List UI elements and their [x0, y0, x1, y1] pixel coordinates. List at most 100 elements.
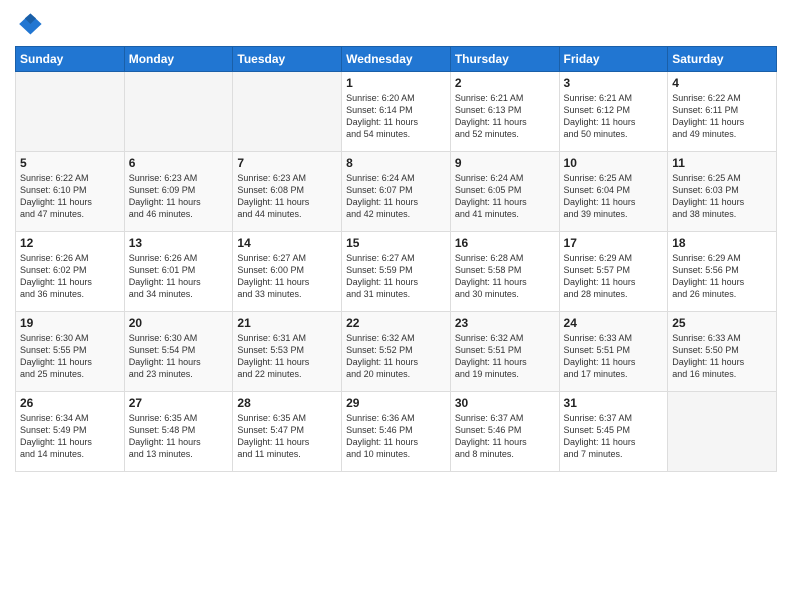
calendar-cell: 7 Sunrise: 6:23 AM Sunset: 6:08 PM Daylig… — [233, 152, 342, 232]
calendar-header-row: SundayMondayTuesdayWednesdayThursdayFrid… — [16, 47, 777, 72]
calendar-cell: 5 Sunrise: 6:22 AM Sunset: 6:10 PM Daylig… — [16, 152, 125, 232]
day-number: 19 — [20, 316, 120, 330]
day-number: 1 — [346, 76, 446, 90]
day-info: Sunrise: 6:30 AM Sunset: 5:55 PM Dayligh… — [20, 332, 120, 381]
day-info: Sunrise: 6:32 AM Sunset: 5:51 PM Dayligh… — [455, 332, 555, 381]
day-info: Sunrise: 6:37 AM Sunset: 5:46 PM Dayligh… — [455, 412, 555, 461]
calendar-cell: 4 Sunrise: 6:22 AM Sunset: 6:11 PM Daylig… — [668, 72, 777, 152]
day-number: 14 — [237, 236, 337, 250]
day-number: 31 — [564, 396, 664, 410]
day-number: 28 — [237, 396, 337, 410]
col-header-tuesday: Tuesday — [233, 47, 342, 72]
day-number: 13 — [129, 236, 229, 250]
calendar-cell: 21Sunrise: 6:31 AM Sunset: 5:53 PM Dayli… — [233, 312, 342, 392]
calendar-cell: 27 Sunrise: 6:35 AM Sunset: 5:48 PM Dayli… — [124, 392, 233, 472]
calendar-table: SundayMondayTuesdayWednesdayThursdayFrid… — [15, 46, 777, 472]
day-info: Sunrise: 6:21 AM Sunset: 6:13 PM Dayligh… — [455, 92, 555, 141]
day-number: 20 — [129, 316, 229, 330]
day-info: Sunrise: 6:24 AM Sunset: 6:05 PM Dayligh… — [455, 172, 555, 221]
page: SundayMondayTuesdayWednesdayThursdayFrid… — [0, 0, 792, 612]
header — [15, 10, 777, 38]
day-number: 4 — [672, 76, 772, 90]
calendar-week-3: 12 Sunrise: 6:26 AM Sunset: 6:02 PM Dayli… — [16, 232, 777, 312]
calendar-cell: 30 Sunrise: 6:37 AM Sunset: 5:46 PM Dayli… — [450, 392, 559, 472]
calendar-cell: 26 Sunrise: 6:34 AM Sunset: 5:49 PM Dayli… — [16, 392, 125, 472]
calendar-cell: 17 Sunrise: 6:29 AM Sunset: 5:57 PM Dayli… — [559, 232, 668, 312]
day-info: Sunrise: 6:30 AM Sunset: 5:54 PM Dayligh… — [129, 332, 229, 381]
day-info: Sunrise: 6:32 AM Sunset: 5:52 PM Dayligh… — [346, 332, 446, 381]
day-info: Sunrise: 6:29 AM Sunset: 5:56 PM Dayligh… — [672, 252, 772, 301]
day-info: Sunrise: 6:35 AM Sunset: 5:48 PM Dayligh… — [129, 412, 229, 461]
day-number: 11 — [672, 156, 772, 170]
day-info: Sunrise: 6:25 AM Sunset: 6:04 PM Dayligh… — [564, 172, 664, 221]
calendar-cell: 15 Sunrise: 6:27 AM Sunset: 5:59 PM Dayli… — [342, 232, 451, 312]
day-info: Sunrise: 6:29 AM Sunset: 5:57 PM Dayligh… — [564, 252, 664, 301]
day-info: Sunrise: 6:28 AM Sunset: 5:58 PM Dayligh… — [455, 252, 555, 301]
calendar-cell: 28Sunrise: 6:35 AM Sunset: 5:47 PM Dayli… — [233, 392, 342, 472]
day-number: 10 — [564, 156, 664, 170]
day-info: Sunrise: 6:26 AM Sunset: 6:02 PM Dayligh… — [20, 252, 120, 301]
day-info: Sunrise: 6:34 AM Sunset: 5:49 PM Dayligh… — [20, 412, 120, 461]
calendar-week-1: 1Sunrise: 6:20 AM Sunset: 6:14 PM Daylig… — [16, 72, 777, 152]
calendar-cell: 20 Sunrise: 6:30 AM Sunset: 5:54 PM Dayli… — [124, 312, 233, 392]
calendar-cell: 18 Sunrise: 6:29 AM Sunset: 5:56 PM Dayli… — [668, 232, 777, 312]
day-number: 22 — [346, 316, 446, 330]
day-number: 17 — [564, 236, 664, 250]
day-number: 12 — [20, 236, 120, 250]
calendar-cell: 19 Sunrise: 6:30 AM Sunset: 5:55 PM Dayli… — [16, 312, 125, 392]
day-number: 8 — [346, 156, 446, 170]
calendar-cell: 10 Sunrise: 6:25 AM Sunset: 6:04 PM Dayli… — [559, 152, 668, 232]
calendar-cell — [668, 392, 777, 472]
logo-icon — [15, 10, 43, 38]
col-header-friday: Friday — [559, 47, 668, 72]
day-info: Sunrise: 6:33 AM Sunset: 5:50 PM Dayligh… — [672, 332, 772, 381]
calendar-cell — [16, 72, 125, 152]
logo — [15, 10, 47, 38]
day-number: 3 — [564, 76, 664, 90]
day-info: Sunrise: 6:22 AM Sunset: 6:11 PM Dayligh… — [672, 92, 772, 141]
day-number: 23 — [455, 316, 555, 330]
day-info: Sunrise: 6:27 AM Sunset: 5:59 PM Dayligh… — [346, 252, 446, 301]
calendar-cell: 8 Sunrise: 6:24 AM Sunset: 6:07 PM Daylig… — [342, 152, 451, 232]
calendar-week-4: 19 Sunrise: 6:30 AM Sunset: 5:55 PM Dayli… — [16, 312, 777, 392]
col-header-sunday: Sunday — [16, 47, 125, 72]
day-number: 26 — [20, 396, 120, 410]
day-info: Sunrise: 6:21 AM Sunset: 6:12 PM Dayligh… — [564, 92, 664, 141]
day-number: 6 — [129, 156, 229, 170]
day-number: 15 — [346, 236, 446, 250]
day-number: 30 — [455, 396, 555, 410]
day-number: 24 — [564, 316, 664, 330]
calendar-cell: 9Sunrise: 6:24 AM Sunset: 6:05 PM Daylig… — [450, 152, 559, 232]
day-info: Sunrise: 6:37 AM Sunset: 5:45 PM Dayligh… — [564, 412, 664, 461]
calendar-cell: 22 Sunrise: 6:32 AM Sunset: 5:52 PM Dayli… — [342, 312, 451, 392]
day-info: Sunrise: 6:23 AM Sunset: 6:09 PM Dayligh… — [129, 172, 229, 221]
day-info: Sunrise: 6:26 AM Sunset: 6:01 PM Dayligh… — [129, 252, 229, 301]
calendar-cell: 25 Sunrise: 6:33 AM Sunset: 5:50 PM Dayli… — [668, 312, 777, 392]
calendar-cell: 13 Sunrise: 6:26 AM Sunset: 6:01 PM Dayli… — [124, 232, 233, 312]
calendar-cell: 31 Sunrise: 6:37 AM Sunset: 5:45 PM Dayli… — [559, 392, 668, 472]
calendar-cell: 11 Sunrise: 6:25 AM Sunset: 6:03 PM Dayli… — [668, 152, 777, 232]
col-header-thursday: Thursday — [450, 47, 559, 72]
calendar-cell: 29 Sunrise: 6:36 AM Sunset: 5:46 PM Dayli… — [342, 392, 451, 472]
day-number: 25 — [672, 316, 772, 330]
day-number: 7 — [237, 156, 337, 170]
day-number: 5 — [20, 156, 120, 170]
day-info: Sunrise: 6:36 AM Sunset: 5:46 PM Dayligh… — [346, 412, 446, 461]
day-info: Sunrise: 6:25 AM Sunset: 6:03 PM Dayligh… — [672, 172, 772, 221]
calendar-cell: 1Sunrise: 6:20 AM Sunset: 6:14 PM Daylig… — [342, 72, 451, 152]
calendar-cell: 23 Sunrise: 6:32 AM Sunset: 5:51 PM Dayli… — [450, 312, 559, 392]
day-number: 29 — [346, 396, 446, 410]
calendar-cell: 14 Sunrise: 6:27 AM Sunset: 6:00 PM Dayli… — [233, 232, 342, 312]
day-info: Sunrise: 6:27 AM Sunset: 6:00 PM Dayligh… — [237, 252, 337, 301]
calendar-cell: 2Sunrise: 6:21 AM Sunset: 6:13 PM Daylig… — [450, 72, 559, 152]
day-number: 27 — [129, 396, 229, 410]
calendar-cell: 12 Sunrise: 6:26 AM Sunset: 6:02 PM Dayli… — [16, 232, 125, 312]
calendar-week-5: 26 Sunrise: 6:34 AM Sunset: 5:49 PM Dayli… — [16, 392, 777, 472]
day-info: Sunrise: 6:24 AM Sunset: 6:07 PM Dayligh… — [346, 172, 446, 221]
calendar-week-2: 5 Sunrise: 6:22 AM Sunset: 6:10 PM Daylig… — [16, 152, 777, 232]
day-info: Sunrise: 6:22 AM Sunset: 6:10 PM Dayligh… — [20, 172, 120, 221]
day-info: Sunrise: 6:23 AM Sunset: 6:08 PM Dayligh… — [237, 172, 337, 221]
day-number: 21 — [237, 316, 337, 330]
day-info: Sunrise: 6:33 AM Sunset: 5:51 PM Dayligh… — [564, 332, 664, 381]
day-number: 18 — [672, 236, 772, 250]
